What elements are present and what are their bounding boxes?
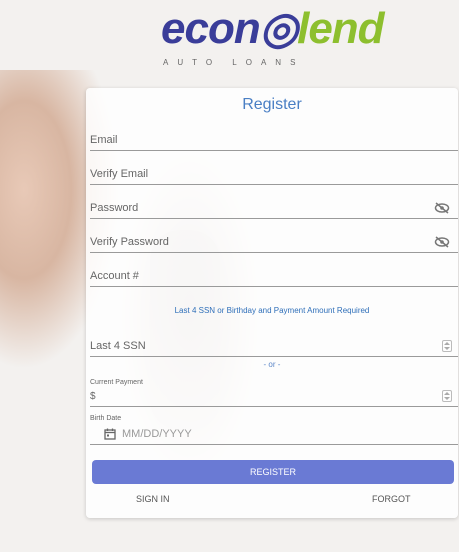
email-field[interactable]: Email [90,132,458,151]
payment-spinner[interactable] [442,390,452,402]
dollar-prefix: $ [90,391,96,402]
logo-swirl: ◎ [259,4,298,53]
logo-wordmark: econ◎lend [161,4,385,53]
birth-date-placeholder: MM/DD/YYYY [122,428,192,440]
verify-password-label: Verify Password [90,236,169,248]
sign-in-link[interactable]: SIGN IN [136,494,170,504]
register-button[interactable]: REGISTER [92,460,454,484]
forgot-link[interactable]: FORGOT [372,494,411,504]
current-payment-field[interactable]: $ [90,388,458,407]
register-title: Register [242,96,302,113]
register-card: Register Email Verify Email Password Ver… [86,88,458,518]
econolend-logo: econ◎lend AUTO LOANS [161,4,385,72]
logo-econ: econ [161,4,261,53]
eye-off-icon[interactable] [434,202,450,214]
password-field[interactable]: Password [90,200,458,219]
account-number-field[interactable]: Account # [90,268,458,287]
account-number-label: Account # [90,270,139,282]
birth-date-label: Birth Date [90,415,122,422]
calendar-icon[interactable] [104,428,116,440]
eye-off-icon[interactable] [434,236,450,248]
logo-tagline: AUTO LOANS [163,58,305,67]
verify-email-field[interactable]: Verify Email [90,166,458,185]
verify-email-label: Verify Email [90,168,149,180]
logo-lend: lend [297,4,384,53]
birth-date-field[interactable]: MM/DD/YYYY [90,424,458,445]
current-payment-label: Current Payment [90,379,143,386]
verify-password-field[interactable]: Verify Password [90,234,458,253]
requirement-note: Last 4 SSN or Birthday and Payment Amoun… [174,306,370,315]
last4-ssn-field[interactable]: Last 4 SSN [90,338,458,357]
last4-ssn-label: Last 4 SSN [90,340,146,352]
ssn-spinner[interactable] [442,340,452,352]
email-label: Email [90,134,118,146]
or-divider: - or - [263,360,281,369]
password-label: Password [90,202,139,214]
